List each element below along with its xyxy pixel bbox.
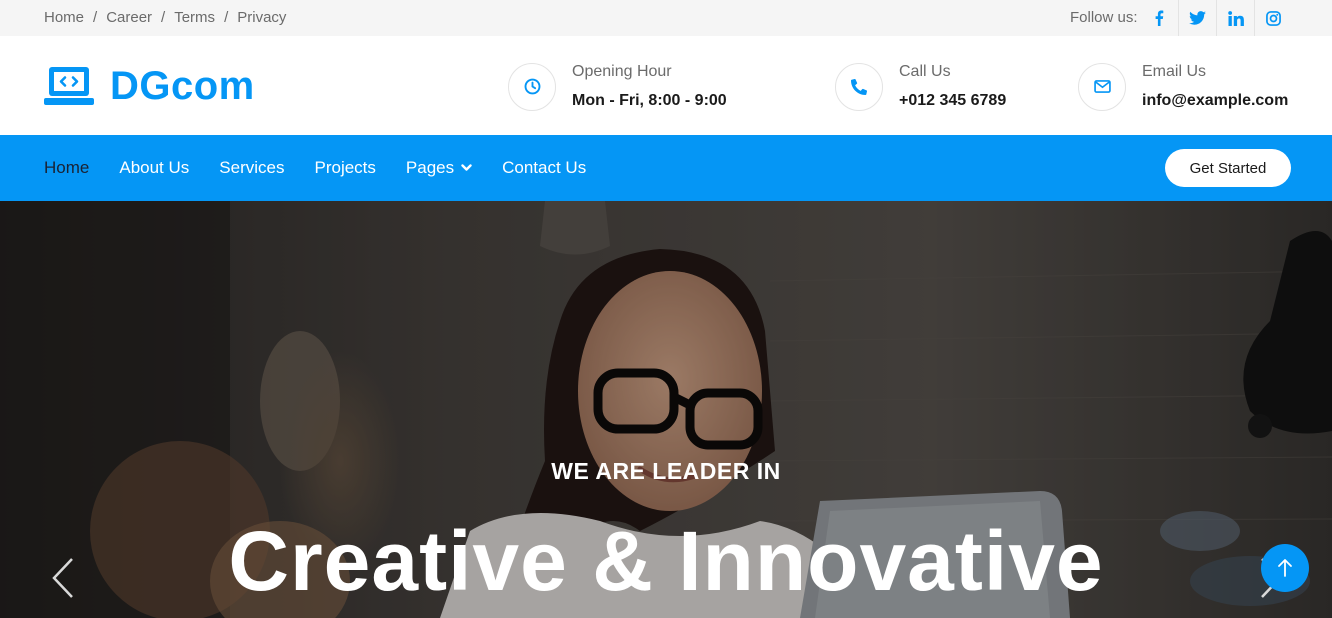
hero-title: Creative & Innovative bbox=[228, 514, 1104, 608]
opening-hours: Opening Hour Mon - Fri, 8:00 - 9:00 bbox=[508, 62, 727, 111]
clock-icon-circle bbox=[508, 62, 556, 111]
follow-label: Follow us: bbox=[1070, 9, 1138, 26]
social-links bbox=[1140, 0, 1292, 36]
nav-contact-us[interactable]: Contact Us bbox=[502, 158, 586, 178]
brand-logo[interactable]: DGcom bbox=[44, 64, 255, 108]
top-bar: Home / Career / Terms / Privacy Follow u… bbox=[0, 0, 1332, 36]
chevron-down-icon bbox=[461, 164, 472, 171]
call-us: Call Us +012 345 6789 bbox=[835, 62, 1006, 111]
twitter-icon bbox=[1189, 11, 1206, 25]
arrow-up-icon bbox=[1278, 559, 1292, 577]
email-us-label: Email Us bbox=[1142, 63, 1207, 80]
nav-home[interactable]: Home bbox=[44, 158, 89, 178]
call-us-label: Call Us bbox=[899, 63, 951, 80]
top-link-privacy[interactable]: Privacy bbox=[237, 9, 286, 26]
main-navbar: Home About Us Services Projects Pages Co… bbox=[0, 135, 1332, 201]
opening-hours-label: Opening Hour bbox=[572, 63, 672, 80]
hero-carousel: WE ARE LEADER IN Creative & Innovative bbox=[0, 201, 1332, 618]
separator: / bbox=[224, 9, 229, 26]
clock-icon bbox=[524, 78, 540, 95]
site-header: DGcom Opening Hour Mon - Fri, 8:00 - 9:0… bbox=[0, 36, 1332, 135]
separator: / bbox=[161, 9, 166, 26]
opening-hours-value: Mon - Fri, 8:00 - 9:00 bbox=[572, 92, 727, 109]
brand-name: DGcom bbox=[110, 64, 255, 108]
twitter-link[interactable] bbox=[1178, 0, 1216, 36]
top-link-home[interactable]: Home bbox=[44, 9, 84, 26]
instagram-link[interactable] bbox=[1254, 0, 1292, 36]
nav-about-us[interactable]: About Us bbox=[119, 158, 189, 178]
nav-pages-dropdown[interactable]: Pages bbox=[406, 158, 472, 178]
nav-menu: Home About Us Services Projects Pages Co… bbox=[44, 135, 616, 201]
hero-subtitle: WE ARE LEADER IN bbox=[551, 458, 781, 484]
separator: / bbox=[93, 9, 98, 26]
envelope-icon bbox=[1093, 80, 1111, 93]
laptop-code-icon bbox=[44, 67, 94, 105]
nav-projects[interactable]: Projects bbox=[314, 158, 375, 178]
top-links: Home / Career / Terms / Privacy bbox=[44, 9, 286, 26]
back-to-top-button[interactable] bbox=[1261, 544, 1309, 592]
linkedin-link[interactable] bbox=[1216, 0, 1254, 36]
linkedin-icon bbox=[1227, 10, 1244, 26]
get-started-button[interactable]: Get Started bbox=[1165, 149, 1291, 187]
email-address[interactable]: info@example.com bbox=[1142, 91, 1288, 111]
top-link-terms[interactable]: Terms bbox=[174, 9, 215, 26]
facebook-icon bbox=[1155, 10, 1164, 26]
nav-services[interactable]: Services bbox=[219, 158, 284, 178]
envelope-icon-circle bbox=[1078, 62, 1126, 111]
phone-number[interactable]: +012 345 6789 bbox=[899, 91, 1006, 111]
email-us: Email Us info@example.com bbox=[1078, 62, 1288, 111]
top-link-career[interactable]: Career bbox=[106, 9, 152, 26]
nav-pages-label: Pages bbox=[405, 158, 455, 177]
carousel-prev-icon[interactable] bbox=[50, 557, 76, 599]
instagram-icon bbox=[1266, 10, 1281, 26]
phone-icon-circle bbox=[835, 62, 883, 111]
phone-icon bbox=[851, 78, 867, 95]
facebook-link[interactable] bbox=[1140, 0, 1178, 36]
